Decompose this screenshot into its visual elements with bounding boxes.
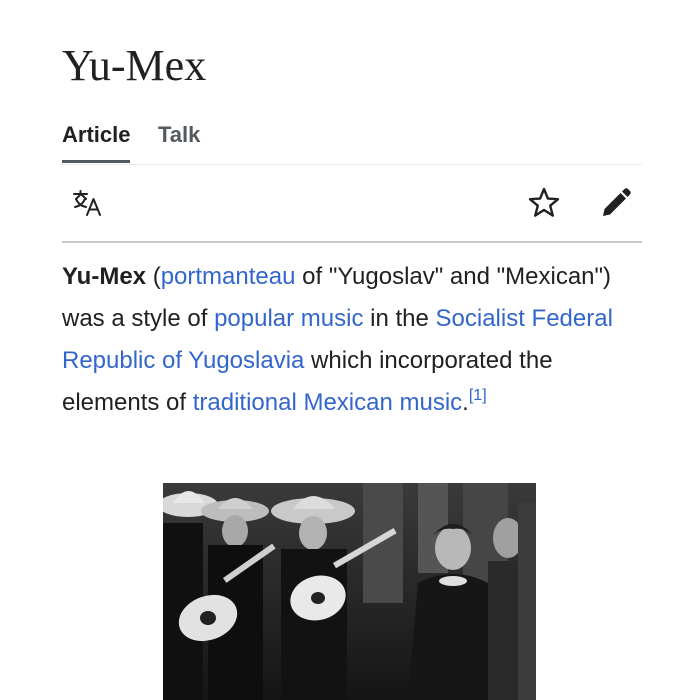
lead-text-3: in the — [363, 305, 436, 332]
article-term: Yu-Mex — [62, 263, 147, 290]
lead-text-1: ( — [146, 263, 161, 290]
edit-pencil-icon[interactable] — [598, 185, 634, 221]
tab-article[interactable]: Article — [62, 120, 131, 163]
translate-icon[interactable] — [70, 185, 106, 221]
tab-article-label: Article — [62, 122, 131, 147]
tab-active-indicator — [62, 160, 131, 163]
watch-star-icon[interactable] — [526, 185, 562, 221]
reference-link[interactable]: [1] — [469, 387, 487, 404]
tab-talk[interactable]: Talk — [158, 120, 200, 150]
article-photo[interactable] — [163, 483, 536, 700]
tab-talk-label: Talk — [158, 122, 201, 147]
lead-paragraph: Yu-Mex (portmanteau of "Yugoslav" and "M… — [62, 256, 647, 424]
page-title: Yu-Mex — [62, 41, 207, 90]
link-traditional-mexican-music[interactable]: traditional Mexican music — [193, 389, 462, 416]
link-popular-music[interactable]: popular music — [214, 305, 363, 332]
page-toolbar — [62, 165, 642, 243]
lead-text-5: . — [462, 389, 469, 416]
photo-mariachi-musicians — [163, 483, 536, 700]
page-tabs: Article Talk — [62, 118, 642, 165]
link-portmanteau[interactable]: portmanteau — [161, 263, 296, 290]
